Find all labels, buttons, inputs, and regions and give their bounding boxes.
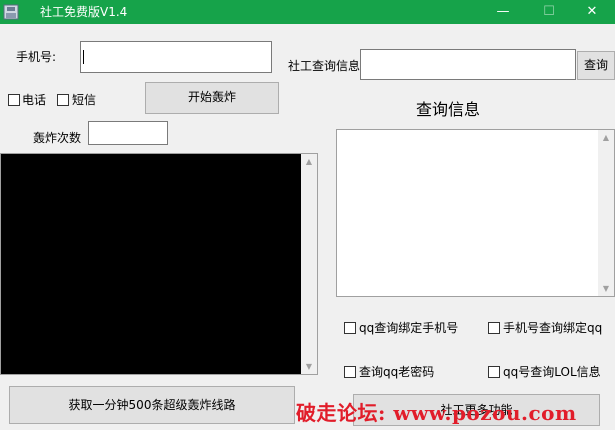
qq-bind-phone-label: qq查询绑定手机号 bbox=[359, 321, 459, 335]
phone-input[interactable] bbox=[80, 41, 272, 73]
qq-old-password-checkbox[interactable] bbox=[344, 366, 356, 378]
result-scrollbar[interactable] bbox=[598, 130, 614, 296]
down-arrow-icon[interactable]: ▼ bbox=[301, 362, 317, 372]
app-icon bbox=[3, 4, 19, 20]
log-console-output bbox=[1, 154, 301, 374]
start-bomb-button[interactable]: 开始轰炸 bbox=[145, 82, 279, 114]
close-button[interactable]: ✕ bbox=[569, 0, 615, 24]
up-arrow-icon[interactable]: ▲ bbox=[301, 157, 317, 167]
maximize-button[interactable]: ☐ bbox=[526, 0, 572, 24]
call-label: 电话 bbox=[22, 93, 47, 107]
qq-bind-phone-checkbox[interactable] bbox=[344, 322, 356, 334]
qq-old-password-label: 查询qq老密码 bbox=[359, 365, 435, 379]
down-arrow-icon[interactable]: ▼ bbox=[598, 284, 614, 294]
query-input[interactable] bbox=[360, 49, 576, 80]
qq-lol-info-checkbox[interactable] bbox=[488, 366, 500, 378]
sms-label: 短信 bbox=[72, 93, 97, 107]
call-checkbox[interactable] bbox=[8, 94, 20, 106]
query-button[interactable]: 查询 bbox=[577, 51, 615, 80]
sms-checkbox[interactable] bbox=[57, 94, 69, 106]
window-title: 社工免费版V1.4 bbox=[40, 5, 128, 19]
count-label: 轰炸次数 bbox=[33, 131, 82, 145]
query-result-box[interactable] bbox=[336, 129, 615, 297]
text-caret bbox=[83, 50, 84, 64]
forum-watermark: 破走论坛: www.pozou.com bbox=[296, 401, 577, 425]
get-lines-button[interactable]: 获取一分钟500条超级轰炸线路 bbox=[9, 386, 295, 424]
minimize-button[interactable]: — bbox=[480, 0, 526, 24]
phone-bind-qq-label: 手机号查询绑定qq bbox=[503, 321, 603, 335]
count-input[interactable] bbox=[88, 121, 168, 145]
query-label: 社工查询信息 bbox=[288, 59, 361, 73]
phone-bind-qq-checkbox[interactable] bbox=[488, 322, 500, 334]
result-title: 查询信息 bbox=[416, 100, 481, 119]
log-scrollbar[interactable] bbox=[301, 154, 317, 374]
up-arrow-icon[interactable]: ▲ bbox=[598, 133, 614, 143]
qq-lol-info-label: qq号查询LOL信息 bbox=[503, 365, 601, 379]
phone-label: 手机号: bbox=[16, 50, 57, 64]
